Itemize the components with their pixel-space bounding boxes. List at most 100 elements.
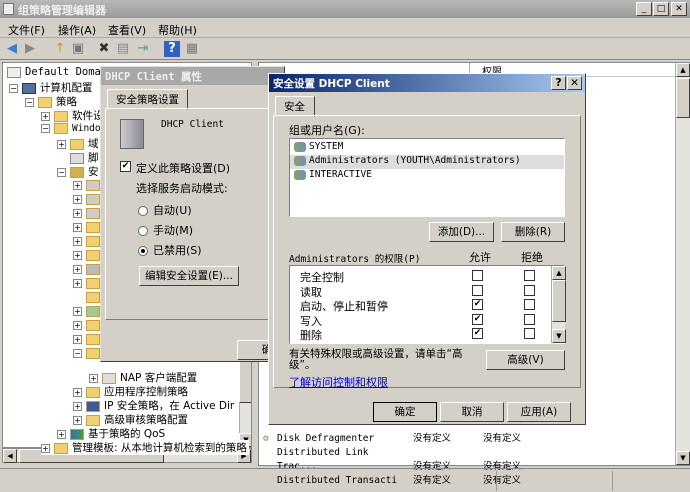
access-control-link[interactable]: 了解访问控制和权限	[289, 374, 388, 390]
user-item-selected[interactable]: Administrators (YOUTH\Administrators)	[290, 155, 564, 169]
console-icon[interactable]: ▦	[184, 41, 200, 57]
group-icon	[294, 155, 306, 166]
allow-checkbox[interactable]: ✔	[472, 299, 483, 310]
user-item[interactable]: INTERACTIVE	[290, 169, 564, 183]
folder-icon	[38, 96, 52, 108]
allow-checkbox[interactable]: ✔	[472, 328, 483, 339]
advanced-hint: 有关特殊权限或高级设置，请单击“高级”。	[289, 348, 463, 371]
properties-dialog: DHCP Client 属性 安全策略设置 DHCP Client ✔ 定义此策…	[100, 66, 297, 362]
tree-item[interactable]: + 域	[57, 136, 99, 151]
users-label: 组或用户名(G):	[289, 124, 365, 137]
collapse-icon[interactable]: −	[9, 83, 18, 93]
tree-item[interactable]: − 安	[57, 164, 99, 179]
permission-row: 完全控制	[290, 269, 550, 284]
permissions-scrollbar[interactable]: ▲ ▼	[551, 266, 566, 343]
tree-item[interactable]: − Windo	[41, 122, 101, 134]
menu-file[interactable]: 文件(F)	[8, 22, 45, 38]
add-user-button[interactable]: 添加(D)...	[429, 222, 494, 242]
advanced-button[interactable]: 高级(V)	[486, 350, 565, 370]
allow-checkbox[interactable]	[472, 270, 483, 281]
close-dialog-button[interactable]: ✕	[567, 76, 582, 90]
title-bar: 组策略管理编辑器	[0, 0, 690, 18]
tree-item[interactable]: + 软件设	[41, 108, 104, 123]
tree-item[interactable]: − 策略	[25, 94, 77, 109]
deny-header: 拒绝	[521, 251, 543, 264]
back-icon[interactable]: ◀	[4, 41, 20, 57]
radio-disabled[interactable]: 已禁用(S)	[138, 242, 202, 258]
tab-security[interactable]: 安全	[275, 96, 315, 117]
folder-icon	[86, 414, 100, 426]
menu-action[interactable]: 操作(A)	[58, 22, 96, 38]
security-icon	[70, 166, 84, 178]
tree-item[interactable]: − 计算机配置	[9, 80, 93, 95]
collapse-icon[interactable]: −	[57, 167, 66, 177]
radio-auto[interactable]: 自动(U)	[138, 202, 192, 218]
tree-item[interactable]: + 高级审核策略配置	[73, 412, 188, 427]
tree-item[interactable]: + NAP 客户端配置	[89, 370, 197, 385]
permission-row: 启动、停止和暂停 ✔	[290, 298, 550, 313]
allow-checkbox[interactable]	[472, 284, 483, 296]
ok-button[interactable]: 确定	[373, 402, 437, 422]
folder-icon	[54, 110, 68, 122]
list-item[interactable]: ⚙ Disk Defragmenter 没有定义 没有定义	[263, 432, 521, 446]
security-panel: 组或用户名(G): SYSTEM Administrators (YOUTH\A…	[273, 115, 581, 390]
menu-view[interactable]: 查看(V)	[108, 22, 146, 38]
forward-icon[interactable]: ▶	[22, 41, 38, 57]
allow-header: 允许	[469, 251, 491, 264]
minimize-button[interactable]: _	[636, 2, 652, 16]
edit-security-button[interactable]: 编辑安全设置(E)...	[139, 266, 239, 286]
allow-checkbox[interactable]: ✔	[472, 313, 483, 325]
server-icon	[120, 119, 144, 149]
chart-icon	[70, 428, 84, 440]
permissions-label: Administrators 的权限(P)	[289, 254, 421, 265]
permission-row: 删除 ✔	[290, 327, 550, 342]
toolbar: ◀ ▶ ↑ ▣ ✖ ▤ ⇥ ? ▦	[0, 38, 690, 60]
maximize-button[interactable]: □	[653, 2, 669, 16]
folder-icon	[86, 386, 100, 398]
security-dialog: 安全设置 DHCP Client ? ✕ 安全 组或用户名(G): SYSTEM…	[268, 73, 586, 425]
tree-item[interactable]: + IP 安全策略，在 Active Dir	[73, 398, 234, 413]
tab-security-policy[interactable]: 安全策略设置	[107, 89, 188, 110]
show-hide-tree-icon[interactable]: ▣	[70, 41, 86, 57]
collapse-icon[interactable]: −	[41, 123, 50, 133]
tree-item-admin-templates[interactable]: + 管理模板: 从本地计算机检索到的策略	[41, 440, 249, 455]
tree-item[interactable]: + 应用程序控制策略	[73, 384, 188, 399]
user-item[interactable]: SYSTEM	[290, 141, 564, 155]
remove-user-button[interactable]: 删除(R)	[501, 222, 565, 242]
deny-checkbox[interactable]	[524, 270, 535, 281]
permission-name: 删除	[300, 329, 322, 342]
details-vertical-scrollbar[interactable]: ▲ ▼	[675, 63, 690, 465]
collapse-icon[interactable]: −	[25, 97, 34, 107]
export-icon[interactable]: ⇥	[135, 41, 151, 57]
properties-dialog-title: DHCP Client 属性	[101, 67, 284, 85]
users-list: SYSTEM Administrators (YOUTH\Administrat…	[289, 138, 565, 217]
deny-checkbox[interactable]	[524, 313, 535, 325]
menu-help[interactable]: 帮助(H)	[158, 22, 197, 38]
radio-manual[interactable]: 手动(M)	[138, 222, 193, 238]
deny-checkbox[interactable]	[524, 284, 535, 296]
up-folder-icon[interactable]: ↑	[52, 41, 68, 57]
script-icon	[70, 152, 84, 164]
expand-icon[interactable]: +	[41, 111, 50, 121]
computer-icon	[22, 82, 36, 94]
apply-button[interactable]: 应用(A)	[507, 402, 571, 422]
define-policy-checkbox[interactable]: ✔	[120, 161, 131, 172]
help-button[interactable]: ?	[551, 76, 566, 90]
tree-item[interactable]: + 基于策略的 QoS	[57, 426, 165, 441]
group-icon	[294, 169, 306, 180]
group-icon	[294, 141, 306, 152]
window-title: 组策略管理编辑器	[18, 4, 106, 17]
cancel-button[interactable]: 取消	[440, 402, 504, 422]
expand-icon[interactable]: +	[57, 139, 66, 149]
tree-item[interactable]: 脚	[70, 150, 99, 165]
tree-item[interactable]: Default Domain	[7, 66, 114, 78]
close-button[interactable]: ✕	[671, 2, 687, 16]
properties-icon[interactable]: ▤	[115, 41, 131, 57]
deny-checkbox[interactable]	[524, 299, 535, 310]
nap-icon	[102, 372, 116, 384]
deny-checkbox[interactable]	[524, 328, 535, 339]
help-icon[interactable]: ?	[164, 41, 180, 57]
delete-icon[interactable]: ✖	[96, 41, 112, 57]
folder-icon	[54, 442, 68, 454]
status-bar	[0, 468, 690, 492]
